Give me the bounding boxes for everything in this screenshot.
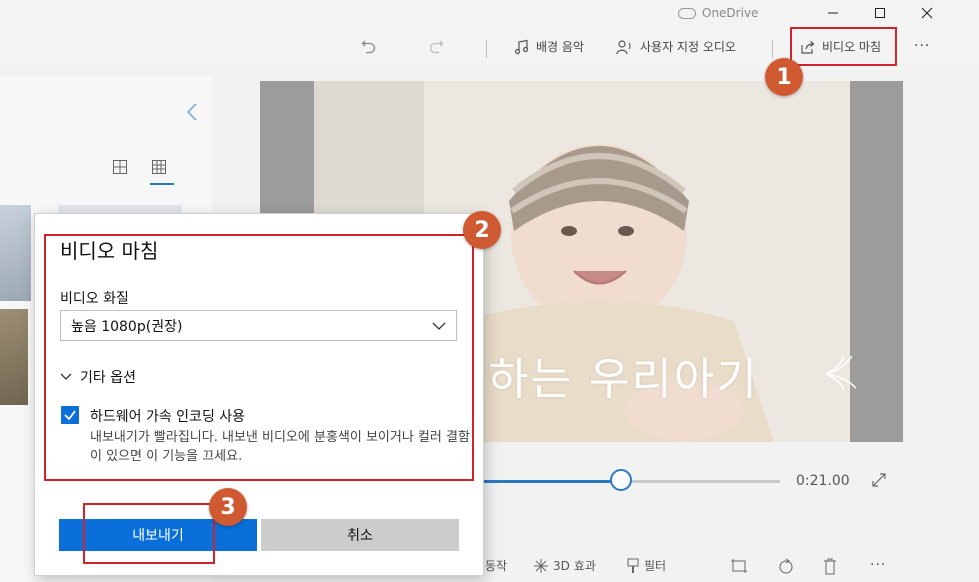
maximize-icon [875,8,885,18]
sparkle-decoration-icon [822,352,862,392]
custom-audio-label: 사용자 지정 오디오 [640,40,736,54]
annotation-badge-2: 2 [463,211,501,249]
undo-icon [361,40,376,54]
minimize-button[interactable] [810,0,856,26]
annotation-box-finish-video [790,27,897,66]
expand-icon[interactable] [872,473,886,487]
cancel-button[interactable]: 취소 [261,519,459,551]
duration-label: 0:21.00 [796,473,850,489]
annotation-box-options [44,234,474,481]
maximize-button[interactable] [857,0,903,26]
3d-effects-button[interactable]: 3D 효과 [533,557,596,574]
toolbar-divider [772,40,773,58]
background-music-button[interactable]: 배경 음악 [514,38,584,55]
music-note-icon [514,39,529,54]
close-button[interactable] [904,0,950,26]
annotation-badge-3: 3 [209,488,247,526]
media-thumbnail[interactable] [0,309,28,405]
brush-icon [627,558,639,573]
redo-button[interactable] [428,38,444,54]
person-audio-icon [616,39,631,54]
video-overlay-text: 하는 우리아기 [488,354,759,405]
onedrive-status[interactable]: OneDrive [678,6,758,20]
collapse-chevron-icon[interactable] [186,102,198,122]
delete-icon[interactable] [823,557,837,575]
crop-icon[interactable] [731,559,747,573]
minimize-icon [828,12,838,14]
3d-effects-label: 3D 효과 [553,559,596,573]
sparkle-icon [534,558,548,573]
close-icon [921,7,933,19]
motion-label: 동작 [485,559,508,573]
toolbar-divider [486,40,487,58]
rotate-icon[interactable] [777,557,795,575]
background-music-label: 배경 음악 [536,40,584,54]
more-options-button[interactable]: ··· [914,38,930,54]
redo-icon [429,40,444,54]
large-grid-view-icon[interactable] [113,160,127,174]
timeline-scrubber[interactable] [610,469,632,491]
annotation-badge-1: 1 [765,58,803,96]
custom-audio-button[interactable]: 사용자 지정 오디오 [616,38,736,55]
more-tools-button[interactable]: ··· [870,557,886,573]
view-selected-indicator [150,183,174,185]
filter-label: 필터 [644,559,667,573]
cloud-icon [678,7,696,19]
timeline-progress [480,480,621,483]
onedrive-label: OneDrive [702,6,759,20]
media-thumbnail[interactable] [0,205,31,301]
motion-button[interactable]: 동작 [485,557,507,574]
filter-button[interactable]: 필터 [626,557,666,574]
annotation-box-export [83,503,215,564]
undo-button[interactable] [361,38,377,54]
small-grid-view-icon[interactable] [152,160,166,174]
